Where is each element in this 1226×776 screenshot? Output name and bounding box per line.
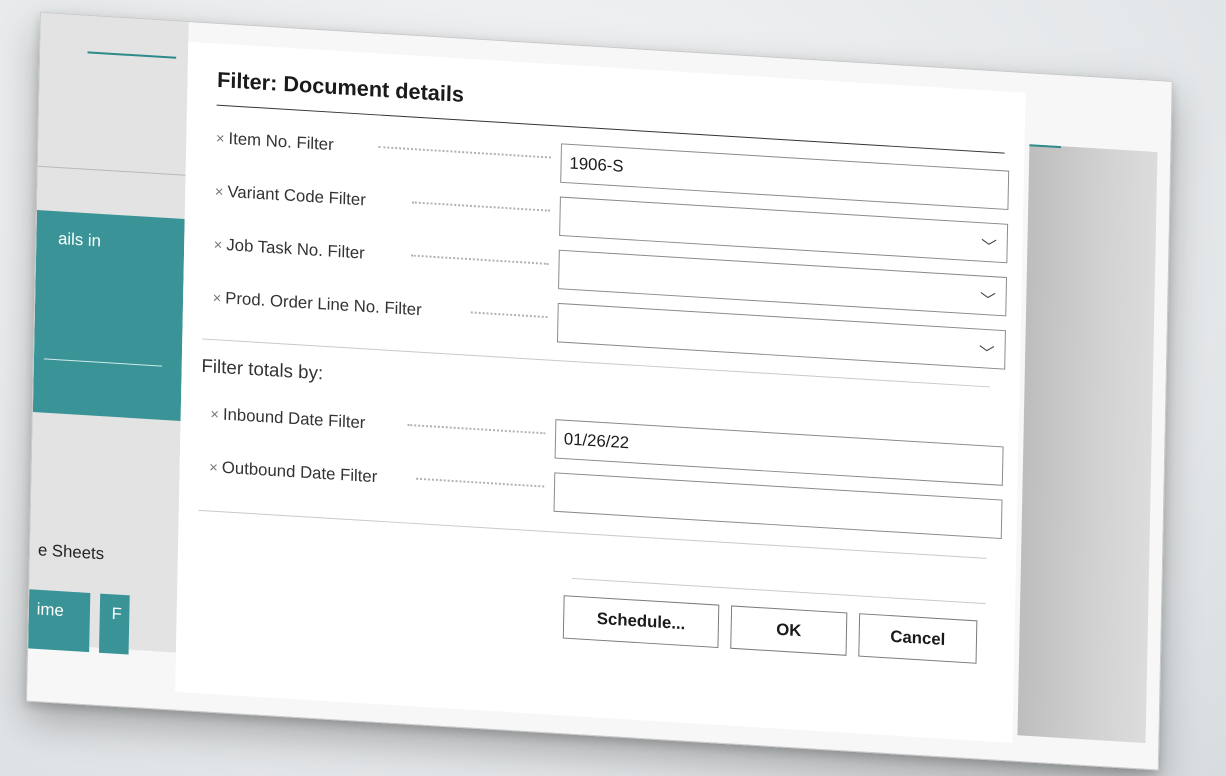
leader-dots — [378, 146, 551, 159]
label-text: Job Task No. Filter — [226, 235, 365, 263]
remove-filter-icon[interactable]: × — [213, 290, 222, 307]
leader-dots — [407, 423, 546, 435]
remove-filter-icon[interactable]: × — [214, 237, 223, 254]
background-tile-time[interactable]: ime — [28, 589, 91, 653]
background-tile[interactable]: ails in — [32, 210, 185, 421]
remove-filter-icon[interactable]: × — [210, 406, 219, 423]
label-text: Variant Code Filter — [227, 182, 367, 210]
outbound-date-filter-input[interactable] — [553, 472, 1003, 540]
inbound-date-filter-value: 01/26/22 — [563, 429, 630, 453]
inbound-date-filter-label: × Inbound Date Filter — [210, 404, 365, 433]
chevron-down-icon[interactable]: ﹀ — [981, 233, 997, 258]
leader-dots — [470, 311, 548, 319]
cancel-button[interactable]: Cancel — [858, 613, 978, 664]
job-task-no-filter-label: × Job Task No. Filter — [214, 235, 365, 264]
tile-label: ails in — [57, 229, 102, 251]
remove-filter-icon[interactable]: × — [216, 130, 225, 147]
accent-bar — [87, 51, 177, 59]
filter-dialog: Filter: Document details × Item No. Filte… — [175, 41, 1026, 743]
label-text: Item No. Filter — [228, 129, 334, 155]
label-text: Inbound Date Filter — [222, 404, 366, 433]
dialog-title: Filter: Document details — [216, 67, 465, 107]
variant-code-filter-label: × Variant Code Filter — [215, 181, 366, 210]
leader-dots — [416, 477, 545, 488]
background-tile-2[interactable]: F — [98, 593, 130, 655]
schedule-button[interactable]: Schedule... — [562, 595, 720, 649]
app-window: ails in e Sheets ime F Filter: Document … — [26, 12, 1173, 771]
label-text: Outbound Date Filter — [221, 458, 378, 487]
item-no-filter-label: × Item No. Filter — [216, 128, 334, 155]
label-text: Prod. Order Line No. Filter — [225, 288, 422, 320]
leader-dots — [410, 254, 549, 265]
divider — [37, 165, 186, 176]
remove-filter-icon[interactable]: × — [209, 459, 218, 476]
prod-order-line-no-filter-label: × Prod. Order Line No. Filter — [213, 288, 422, 320]
chevron-down-icon[interactable]: ﹀ — [980, 286, 996, 311]
item-no-filter-value: 1906-S — [569, 153, 624, 176]
tile-time-label: ime — [36, 599, 64, 620]
accent-bar-right — [1029, 144, 1061, 149]
ok-button[interactable]: OK — [730, 605, 848, 656]
background-page-right — [1017, 144, 1158, 744]
filter-totals-heading: Filter totals by: — [201, 356, 324, 385]
outbound-date-filter-label: × Outbound Date Filter — [209, 457, 377, 487]
chevron-down-icon[interactable]: ﹀ — [979, 339, 995, 364]
tile-divider — [43, 358, 163, 367]
tile-2-label: F — [111, 604, 123, 624]
background-page-left: ails in e Sheets ime F — [28, 13, 189, 655]
remove-filter-icon[interactable]: × — [215, 183, 224, 200]
prod-order-line-no-filter-input[interactable]: ﹀ — [556, 302, 1006, 370]
leader-dots — [411, 201, 550, 212]
sheets-label: e Sheets — [37, 540, 105, 564]
screenshot-stage: ails in e Sheets ime F Filter: Document … — [0, 0, 1226, 776]
